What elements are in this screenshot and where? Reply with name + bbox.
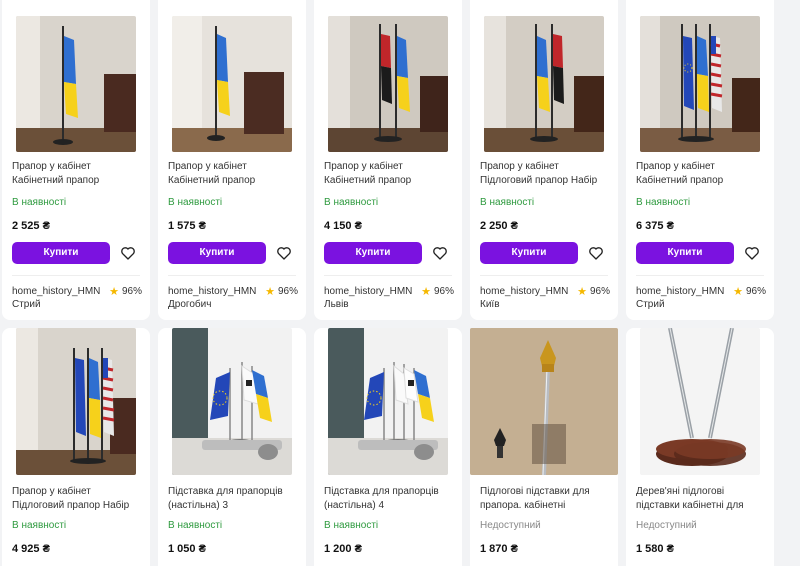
rating-value: 96% [745, 286, 766, 297]
product-title[interactable]: Прапор у кабінет Підлоговий прапор Набір… [480, 160, 612, 188]
buy-button[interactable]: Купити [12, 242, 110, 264]
price: 4 925 ₴ [12, 543, 50, 555]
heart-icon[interactable] [744, 245, 760, 261]
star-icon: ★ [109, 286, 119, 298]
price: 1 050 ₴ [168, 543, 206, 555]
product-title[interactable]: Дерев'яні підлогові підставки кабінетні … [636, 485, 768, 513]
rating-value: 96% [277, 286, 298, 297]
product-card[interactable]: Прапор у кабінет Кабінетний прапор Підло… [314, 0, 462, 320]
seller-city: Стрий [12, 299, 41, 310]
product-title[interactable]: Підлогові підставки для прапора. кабінет… [480, 485, 612, 513]
seller-city: Дрогобич [168, 299, 212, 310]
seller-name[interactable]: home_history_HMN [12, 286, 100, 297]
divider [12, 275, 140, 276]
product-card[interactable]: Прапор у кабінет Підлоговий прапор Набір… [2, 328, 150, 566]
divider [324, 275, 452, 276]
stock-status: В наявності [12, 197, 67, 208]
star-icon: ★ [577, 286, 587, 298]
divider [636, 275, 764, 276]
product-title[interactable]: Прапор у кабінет Кабінетний прапор Підло… [324, 160, 456, 188]
star-icon: ★ [265, 286, 275, 298]
divider [480, 275, 608, 276]
seller-rating: ★ 96% [265, 285, 298, 298]
product-image[interactable] [328, 16, 448, 152]
product-card[interactable]: Прапор у кабінет Підлоговий прапор Набір… [470, 0, 618, 320]
buy-button[interactable]: Купити [324, 242, 422, 264]
product-image[interactable] [640, 16, 760, 152]
seller-rating: ★ 96% [109, 285, 142, 298]
buy-button[interactable]: Купити [168, 242, 266, 264]
stock-status: Недоступний [480, 520, 541, 531]
seller-city: Київ [480, 299, 500, 310]
seller-name[interactable]: home_history_HMN [480, 286, 568, 297]
seller-rating: ★ 96% [733, 285, 766, 298]
star-icon: ★ [421, 286, 431, 298]
product-image[interactable] [640, 328, 760, 475]
product-card[interactable]: Прапор у кабінет Кабінетний прапор Підло… [2, 0, 150, 320]
heart-icon[interactable] [276, 245, 292, 261]
seller-rating: ★ 96% [577, 285, 610, 298]
buy-button[interactable]: Купити [480, 242, 578, 264]
stock-status: Недоступний [636, 520, 697, 531]
product-card[interactable]: Підлогові підставки для прапора. кабінет… [470, 328, 618, 566]
seller-city: Львів [324, 299, 349, 310]
product-title[interactable]: Прапор у кабінет Кабінетний прапор Підло… [12, 160, 144, 188]
product-image[interactable] [484, 16, 604, 152]
price: 2 525 ₴ [12, 220, 50, 232]
buy-button[interactable]: Купити [636, 242, 734, 264]
stock-status: В наявності [480, 197, 535, 208]
seller-name[interactable]: home_history_HMN [636, 286, 724, 297]
heart-icon[interactable] [120, 245, 136, 261]
product-title[interactable]: Прапор у кабінет Кабінетний прапор Підло… [636, 160, 768, 188]
price: 1 200 ₴ [324, 543, 362, 555]
product-image[interactable] [470, 328, 618, 475]
seller-name[interactable]: home_history_HMN [324, 286, 412, 297]
product-title[interactable]: Підставка для прапорців (настільна) 3 [168, 485, 300, 513]
rating-value: 96% [589, 286, 610, 297]
star-icon: ★ [733, 286, 743, 298]
rating-value: 96% [121, 286, 142, 297]
product-image[interactable] [172, 16, 292, 152]
product-card[interactable]: Підставка для прапорців (настільна) 3 В … [158, 328, 306, 566]
rating-value: 96% [433, 286, 454, 297]
price: 2 250 ₴ [480, 220, 518, 232]
product-image[interactable] [328, 328, 448, 475]
seller-name[interactable]: home_history_HMN [168, 286, 256, 297]
price: 1 580 ₴ [636, 543, 674, 555]
product-image[interactable] [172, 328, 292, 475]
stock-status: В наявності [168, 197, 223, 208]
product-image[interactable] [16, 328, 136, 475]
product-title[interactable]: Прапор у кабінет Підлоговий прапор Набір… [12, 485, 144, 513]
stock-status: В наявності [12, 520, 67, 531]
stock-status: В наявності [168, 520, 223, 531]
product-title[interactable]: Підставка для прапорців (настільна) 4 [324, 485, 456, 513]
seller-city: Стрий [636, 299, 665, 310]
product-card[interactable]: Прапор у кабінет Кабінетний прапор Підло… [626, 0, 774, 320]
price: 6 375 ₴ [636, 220, 674, 232]
seller-rating: ★ 96% [421, 285, 454, 298]
heart-icon[interactable] [588, 245, 604, 261]
heart-icon[interactable] [432, 245, 448, 261]
product-card[interactable]: Дерев'яні підлогові підставки кабінетні … [626, 328, 774, 566]
stock-status: В наявності [636, 197, 691, 208]
price: 1 870 ₴ [480, 543, 518, 555]
product-title[interactable]: Прапор у кабінет Кабінетний прапор Підло… [168, 160, 300, 188]
stock-status: В наявності [324, 520, 379, 531]
price: 1 575 ₴ [168, 220, 206, 232]
product-image[interactable] [16, 16, 136, 152]
product-card[interactable]: Підставка для прапорців (настільна) 4 В … [314, 328, 462, 566]
price: 4 150 ₴ [324, 220, 362, 232]
product-card[interactable]: Прапор у кабінет Кабінетний прапор Підло… [158, 0, 306, 320]
stock-status: В наявності [324, 197, 379, 208]
divider [168, 275, 296, 276]
